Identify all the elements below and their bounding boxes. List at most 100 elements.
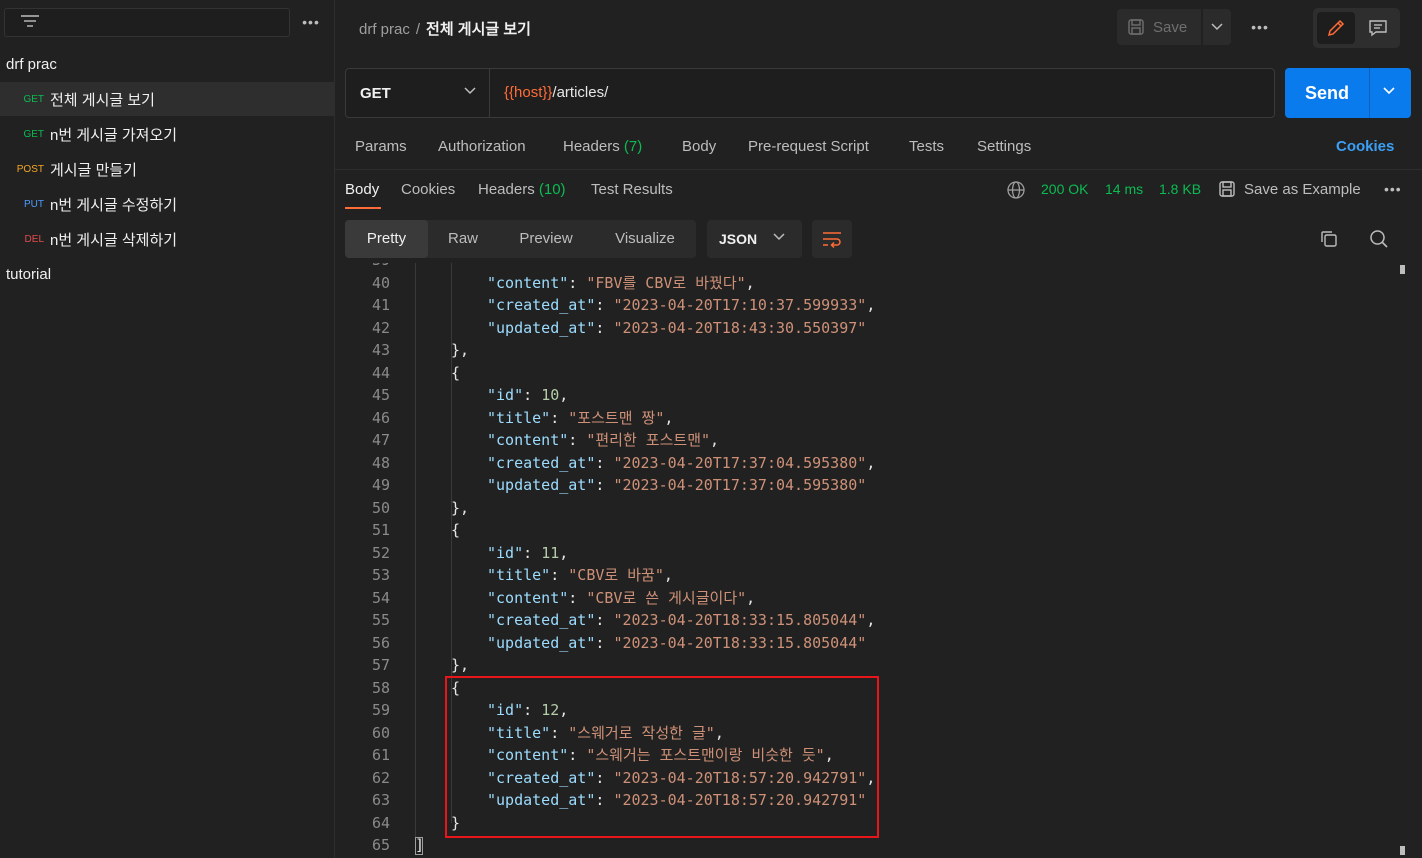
code-text: { xyxy=(451,678,461,697)
tab-response-cookies[interactable]: Cookies xyxy=(401,181,455,198)
edit-mode-button[interactable] xyxy=(1317,12,1355,44)
code-line: 57}, xyxy=(335,654,1395,676)
method-badge: POST xyxy=(16,163,44,175)
divider xyxy=(335,169,1422,170)
editor-scrollbar[interactable] xyxy=(1399,263,1407,858)
tab-response-headers[interactable]: Headers (10) xyxy=(478,181,566,198)
code-text: "title": "스웨거로 작성한 글", xyxy=(487,723,724,742)
save-as-example-button[interactable]: Save as Example xyxy=(1218,180,1361,198)
code-line: 59 "id": 12, xyxy=(335,699,1395,721)
sidebar-request-post[interactable]: POST 게시글 만들기 xyxy=(0,152,334,186)
response-body-editor[interactable]: 39 40 "content": "FBV를 CBV로 바꿨다", 41 "create… xyxy=(335,263,1422,858)
line-number: 62 xyxy=(371,768,390,787)
view-preview-button[interactable]: Preview xyxy=(498,220,594,258)
code-text: "created_at": "2023-04-20T17:37:04.59538… xyxy=(487,453,876,472)
format-select[interactable]: JSON xyxy=(707,220,802,258)
response-size[interactable]: 1.8 KB xyxy=(1159,181,1201,197)
globe-icon[interactable] xyxy=(1006,180,1026,200)
line-number: 42 xyxy=(371,318,390,337)
code-line: 43}, xyxy=(335,339,1395,361)
send-button[interactable]: Send xyxy=(1285,68,1411,118)
headers-count: (7) xyxy=(623,138,643,155)
tab-headers-label: Headers xyxy=(563,138,620,155)
tab-headers[interactable]: Headers (7) xyxy=(563,138,642,155)
line-number: 52 xyxy=(371,543,390,562)
tab-params[interactable]: Params xyxy=(355,138,407,155)
line-number: 46 xyxy=(371,408,390,427)
search-icon[interactable] xyxy=(1368,228,1390,250)
response-more-icon[interactable]: ••• xyxy=(1384,181,1402,197)
sidebar-search-box[interactable] xyxy=(4,8,290,37)
code-line: 47 "content": "편리한 포스트맨", xyxy=(335,429,1395,451)
code-line: 65] xyxy=(335,834,1395,856)
code-line: 41 "created_at": "2023-04-20T17:10:37.599… xyxy=(335,294,1395,316)
sidebar-request-delete[interactable]: DEL n번 게시글 삭제하기 xyxy=(0,222,334,256)
code-line: 46 "title": "포스트맨 짱", xyxy=(335,407,1395,429)
code-text: "content": "편리한 포스트맨", xyxy=(487,431,720,449)
method-badge: DEL xyxy=(24,233,44,245)
more-options-icon[interactable]: ••• xyxy=(1247,16,1273,38)
tab-test-results[interactable]: Test Results xyxy=(591,181,673,198)
save-options-button[interactable] xyxy=(1203,9,1231,45)
tab-settings[interactable]: Settings xyxy=(977,138,1031,155)
code-line: 40 "content": "FBV를 CBV로 바꿨다", xyxy=(335,272,1395,294)
breadcrumb-request[interactable]: 전체 게시글 보기 xyxy=(426,21,531,38)
view-visualize-button[interactable]: Visualize xyxy=(594,220,696,258)
line-number: 59 xyxy=(371,701,390,719)
method-badge: GET xyxy=(23,128,44,140)
breadcrumb-collection[interactable]: drf prac xyxy=(359,21,410,38)
line-number: 63 xyxy=(371,791,390,809)
line-number: 60 xyxy=(371,723,390,742)
code-text: "updated_at": "2023-04-20T18:57:20.94279… xyxy=(487,791,867,809)
code-text: "content": "CBV로 쓴 게시글이다", xyxy=(487,588,756,607)
code-line: 44 { xyxy=(335,362,1395,384)
wrap-lines-icon xyxy=(823,232,841,248)
request-name: 전체 게시글 보기 xyxy=(50,91,155,109)
sidebar-request-put[interactable]: PUT n번 게시글 수정하기 xyxy=(0,187,334,221)
view-mode-group: Pretty Raw Preview Visualize xyxy=(345,220,696,258)
chevron-down-icon xyxy=(773,233,785,241)
save-button[interactable]: Save xyxy=(1117,9,1201,45)
code-line: 64} xyxy=(335,812,1395,834)
view-pretty-button[interactable]: Pretty xyxy=(345,220,428,258)
documentation-button[interactable] xyxy=(1359,12,1397,44)
filter-icon[interactable] xyxy=(20,14,40,30)
code-line: 53 "title": "CBV로 바꿈", xyxy=(335,564,1395,586)
response-time[interactable]: 14 ms xyxy=(1105,181,1143,197)
sidebar-request-get-all[interactable]: GET 전체 게시글 보기 xyxy=(0,82,334,116)
scroll-marker-bottom xyxy=(1400,846,1405,855)
code-text: { xyxy=(451,363,461,382)
collection-drf-prac[interactable]: drf prac xyxy=(6,56,57,73)
chevron-down-icon xyxy=(464,87,476,95)
line-number: 65 xyxy=(371,836,390,854)
tab-body[interactable]: Body xyxy=(682,138,716,155)
sidebar-request-get-one[interactable]: GET n번 게시글 가져오기 xyxy=(0,117,334,151)
save-icon xyxy=(1219,181,1235,197)
code-text: "updated_at": "2023-04-20T18:43:30.55039… xyxy=(487,318,867,337)
request-header-bar: drf prac / 전체 게시글 보기 Save ••• xyxy=(335,0,1422,55)
code-text: { xyxy=(451,521,461,539)
code-text: ] xyxy=(415,836,425,854)
sidebar-more-icon[interactable]: ••• xyxy=(298,10,324,34)
wrap-lines-button[interactable] xyxy=(812,220,852,258)
code-text: }, xyxy=(451,498,470,517)
tab-prerequest-script[interactable]: Pre-request Script xyxy=(748,138,869,155)
method-badge: PUT xyxy=(24,198,44,210)
line-number: 47 xyxy=(371,431,390,449)
copy-icon[interactable] xyxy=(1319,229,1339,249)
method-select[interactable]: GET xyxy=(346,69,490,117)
collection-tutorial[interactable]: tutorial xyxy=(6,266,51,283)
code-line: 60 "title": "스웨거로 작성한 글", xyxy=(335,722,1395,744)
tab-authorization[interactable]: Authorization xyxy=(438,138,526,155)
status-code[interactable]: 200 OK xyxy=(1041,181,1088,197)
chevron-down-icon[interactable] xyxy=(1383,87,1395,95)
code-line: 63 "updated_at": "2023-04-20T18:57:20.942… xyxy=(335,789,1395,811)
tab-tests[interactable]: Tests xyxy=(909,138,944,155)
code-text: }, xyxy=(451,341,470,359)
tab-response-body[interactable]: Body xyxy=(345,181,379,198)
cookies-link[interactable]: Cookies xyxy=(1336,138,1394,155)
view-raw-button[interactable]: Raw xyxy=(428,220,498,258)
url-input[interactable]: {{host}}/articles/ xyxy=(504,84,608,101)
line-number: 41 xyxy=(371,296,390,314)
code-line: 58 { xyxy=(335,677,1395,699)
